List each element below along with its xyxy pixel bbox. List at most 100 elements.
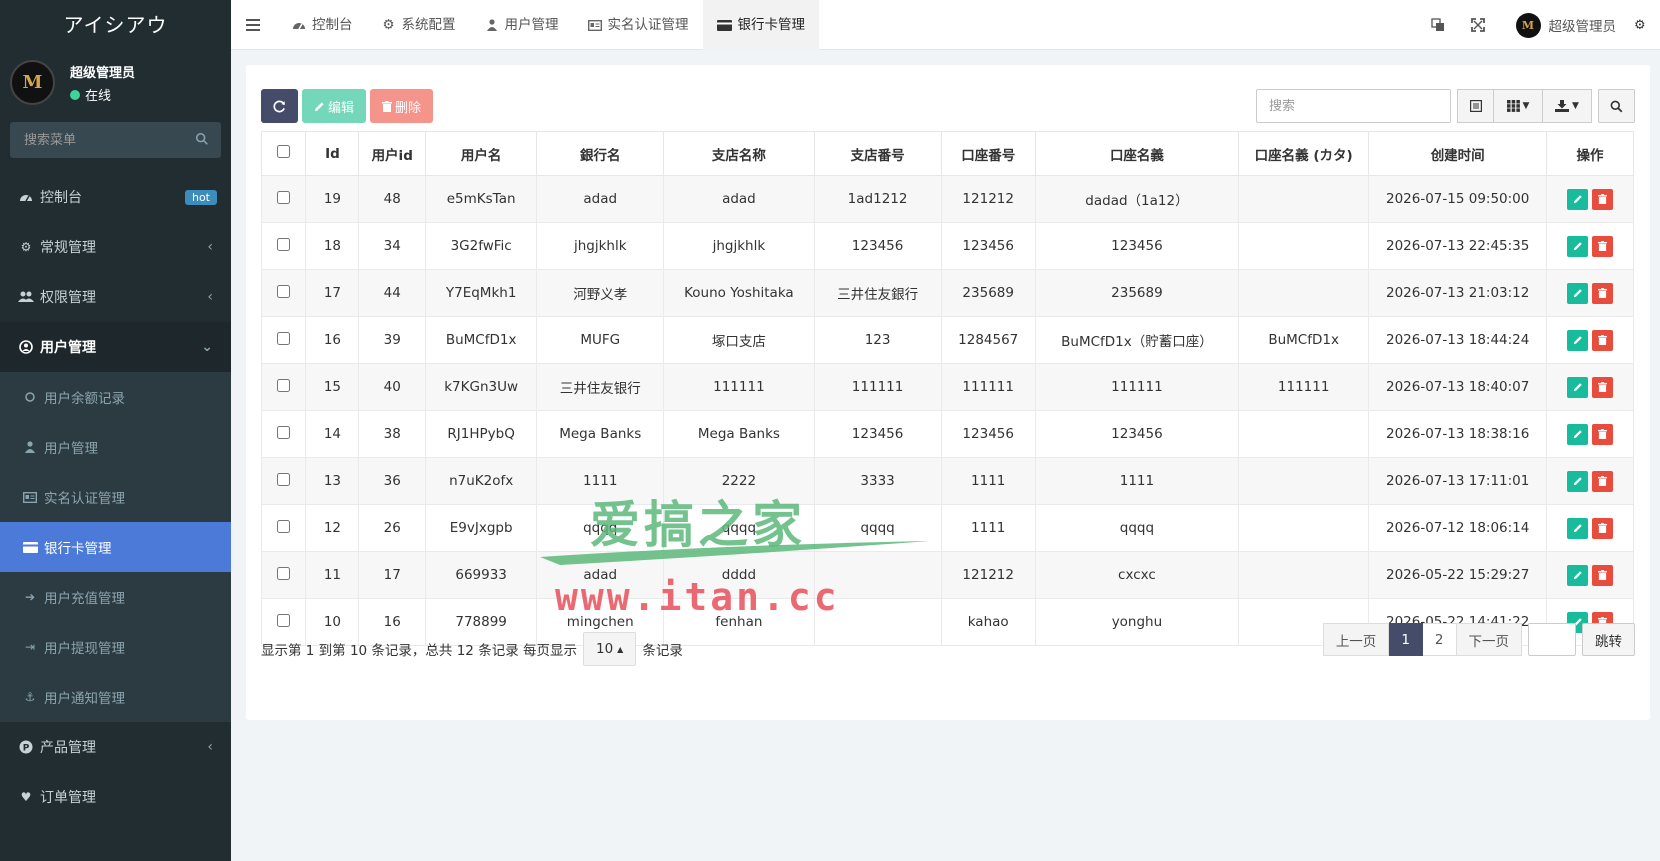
row-edit-button[interactable] <box>1567 423 1589 445</box>
row-edit-button[interactable] <box>1567 282 1589 304</box>
trash-icon <box>382 100 393 112</box>
brand-logo[interactable]: アイシアウ <box>0 0 231 50</box>
row-checkbox[interactable] <box>277 472 291 486</box>
edit-button[interactable]: 编辑 <box>302 89 367 123</box>
row-delete-button[interactable] <box>1592 470 1614 492</box>
row-delete-button[interactable] <box>1592 188 1614 210</box>
next-page-button[interactable]: 下一页 <box>1456 623 1522 656</box>
row-checkbox[interactable] <box>277 519 291 533</box>
columns-button[interactable]: ▼ <box>1494 89 1543 123</box>
column-header[interactable]: 支店名称 <box>663 131 815 176</box>
sidebar-item-realname[interactable]: 实名认证管理 <box>0 472 231 522</box>
column-header[interactable]: 创建时间 <box>1368 131 1548 176</box>
refresh-button[interactable] <box>261 89 298 123</box>
sidebar-item-notice[interactable]: ⚓ 用户通知管理 <box>0 672 231 722</box>
row-edit-button[interactable] <box>1567 235 1589 257</box>
tab-dashboard[interactable]: 控制台 <box>277 0 367 50</box>
table-row[interactable]: 18 34 3G2fwFic jhgjkhlk jhgjkhlk 123456 123456… <box>260 222 1634 270</box>
row-delete-button[interactable] <box>1592 423 1614 445</box>
page-size-select[interactable]: 10 ▲ <box>582 632 637 666</box>
tab-user-mgmt[interactable]: 用户管理 <box>470 0 573 50</box>
settings-cogs-icon[interactable]: ⚙ <box>1634 0 1660 50</box>
tab-system-config[interactable]: ⚙ 系统配置 <box>367 0 470 50</box>
jump-button[interactable]: 跳转 <box>1582 623 1635 656</box>
table-row[interactable]: 17 44 Y7EqMkh1 河野义孝 Kouno Yoshitaka 三井住友銀行 235… <box>260 269 1634 317</box>
table-cell: 34 <box>358 222 427 270</box>
top-user-menu[interactable]: M 超级管理员 <box>1498 12 1635 38</box>
sidebar-item-product[interactable]: P 产品管理 ‹ <box>0 722 231 772</box>
tab-bankcard[interactable]: 银行卡管理 <box>702 0 819 50</box>
column-header[interactable]: 口座名義 <box>1034 131 1240 176</box>
fullscreen-icon[interactable] <box>1458 0 1498 50</box>
column-header[interactable]: 口座名義 (カタ) <box>1238 131 1370 176</box>
tab-realname[interactable]: 实名认证管理 <box>573 0 703 50</box>
search-button[interactable] <box>1598 89 1635 123</box>
jump-page-input[interactable] <box>1528 623 1576 656</box>
row-checkbox[interactable] <box>277 331 291 345</box>
row-delete-button[interactable] <box>1592 282 1614 304</box>
column-header[interactable]: 用户名 <box>425 131 538 176</box>
sidebar-item-user-mgmt[interactable]: 用户管理 ⌄ <box>0 322 231 372</box>
row-checkbox[interactable] <box>277 378 291 392</box>
table-cell: jhgjkhlk <box>663 222 815 270</box>
table-search-input[interactable] <box>1256 89 1451 123</box>
table-row[interactable]: 12 26 E9vJxgpb qqqq qqqq qqqq 1111 qqqq 2026-07-… <box>260 504 1634 552</box>
prev-page-button[interactable]: 上一页 <box>1322 623 1390 656</box>
row-checkbox[interactable] <box>277 237 291 251</box>
column-header[interactable]: 口座番号 <box>940 131 1036 176</box>
row-delete-button[interactable] <box>1592 517 1614 539</box>
table-cell: 123456 <box>813 222 942 270</box>
row-edit-button[interactable] <box>1567 517 1589 539</box>
language-icon[interactable] <box>1418 0 1458 50</box>
page-number-active[interactable]: 1 <box>1389 623 1423 656</box>
column-header[interactable]: 支店番号 <box>813 131 942 176</box>
sidebar-item-withdraw[interactable]: ⇥ 用户提现管理 <box>0 622 231 672</box>
menu-search-input[interactable] <box>10 122 221 158</box>
row-edit-button[interactable] <box>1567 564 1589 586</box>
sidebar-item-recharge[interactable]: ➔ 用户充值管理 <box>0 572 231 622</box>
table-cell: 36 <box>358 457 427 505</box>
sidebar-item-permission[interactable]: 权限管理 ‹ <box>0 272 231 322</box>
row-checkbox[interactable] <box>277 284 291 298</box>
row-edit-button[interactable] <box>1567 329 1589 351</box>
row-edit-button[interactable] <box>1567 376 1589 398</box>
table-cell: 38 <box>358 410 427 458</box>
row-delete-button[interactable] <box>1592 235 1614 257</box>
column-header[interactable]: 銀行名 <box>536 131 665 176</box>
row-checkbox[interactable] <box>277 425 291 439</box>
table-row[interactable]: 15 40 k7KGn3Uw 三井住友银行 111111 111111 111111 1111… <box>260 363 1634 411</box>
select-all-checkbox[interactable] <box>277 145 291 158</box>
row-edit-button[interactable] <box>1567 470 1589 492</box>
sidebar-item-balance[interactable]: 用户余额记录 <box>0 372 231 422</box>
table-row[interactable]: 11 17 669933 adad dddd 121212 cxcxc 2026-05-22 … <box>260 551 1634 599</box>
page-number[interactable]: 2 <box>1422 623 1457 656</box>
pencil-icon <box>1573 242 1582 251</box>
column-header[interactable]: Id <box>305 131 360 176</box>
column-header[interactable]: 用户id <box>358 131 427 176</box>
row-checkbox[interactable] <box>277 613 291 627</box>
row-edit-button[interactable] <box>1567 188 1589 210</box>
sidebar-item-general[interactable]: ⚙ 常规管理 ‹ <box>0 222 231 272</box>
pagination: 上一页 1 2 下一页 跳转 <box>1322 623 1635 656</box>
sidebar-item-bankcard[interactable]: 银行卡管理 <box>0 522 231 572</box>
row-delete-button[interactable] <box>1592 329 1614 351</box>
table-row[interactable]: 19 48 e5mKsTan adad adad 1ad1212 121212 dadad（1… <box>260 175 1634 223</box>
row-delete-button[interactable] <box>1592 376 1614 398</box>
toggle-view-button[interactable] <box>1457 89 1494 123</box>
table-row[interactable]: 13 36 n7uK2ofx 1111 2222 3333 1111 1111 2026-07-… <box>260 457 1634 505</box>
table-row[interactable]: 14 38 RJ1HPybQ Mega Banks Mega Banks 123456 12… <box>260 410 1634 458</box>
sidebar-item-dashboard[interactable]: 控制台 hot <box>0 172 231 222</box>
menu-toggle-icon[interactable] <box>246 15 262 35</box>
table-row[interactable]: 16 39 BuMCfD1x MUFG 塚口支店 123 1284567 BuMCfD1x（貯… <box>260 316 1634 364</box>
row-delete-button[interactable] <box>1592 564 1614 586</box>
row-actions-cell <box>1546 269 1634 317</box>
sidebar-item-order[interactable]: ♥ 订单管理 <box>0 772 231 822</box>
search-icon[interactable] <box>195 132 209 146</box>
row-checkbox[interactable] <box>277 566 291 580</box>
row-checkbox[interactable] <box>277 190 291 204</box>
chevron-left-icon: ‹ <box>207 289 213 305</box>
export-button[interactable]: ▼ <box>1543 89 1592 123</box>
online-dot-icon <box>70 89 80 100</box>
delete-button[interactable]: 删除 <box>370 89 434 123</box>
sidebar-item-users[interactable]: 用户管理 <box>0 422 231 472</box>
